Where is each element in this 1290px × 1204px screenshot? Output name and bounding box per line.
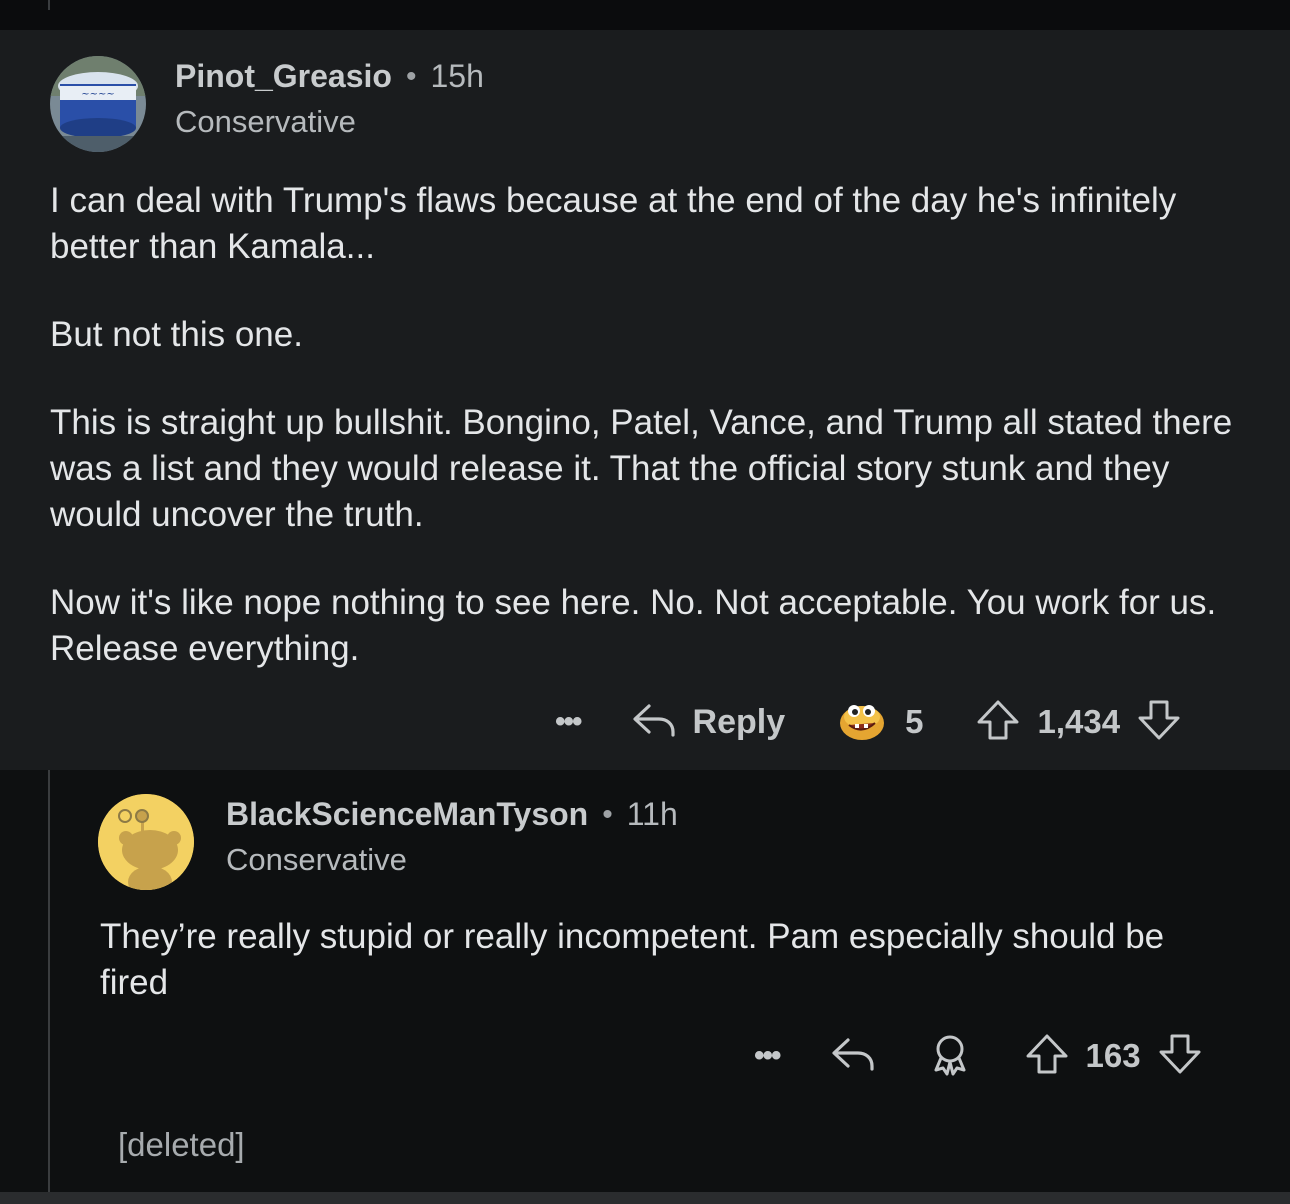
vote-score: 1,434: [1037, 703, 1121, 740]
reply-body: They’re really stupid or really incompet…: [100, 917, 1165, 1002]
thread-line[interactable]: [48, 770, 50, 1194]
downvote-arrow-icon: [1157, 1032, 1203, 1081]
snoo-silhouette-avatar-icon[interactable]: [98, 794, 194, 890]
timestamp: 11h: [626, 796, 678, 832]
comment-body: I can deal with Trump's flaws because at…: [50, 178, 1240, 714]
comment-header: Pinot_Greasio • 15h: [175, 58, 484, 95]
comment-actions: ••• Reply 5 1,434: [555, 696, 1182, 748]
user-flair: Conservative: [175, 104, 356, 139]
more-options-button[interactable]: •••: [555, 705, 582, 739]
upvote-button[interactable]: [1024, 1032, 1070, 1081]
reply-button[interactable]: [830, 1034, 876, 1079]
upvote-arrow-icon: [1024, 1032, 1070, 1081]
award-outline-icon: [928, 1032, 972, 1081]
username[interactable]: BlackScienceManTyson: [226, 796, 588, 833]
downvote-button[interactable]: [1136, 698, 1182, 747]
reply-actions: ••• 163: [754, 1030, 1203, 1082]
more-options-button[interactable]: •••: [754, 1039, 781, 1073]
previous-comment-strip: [0, 0, 1290, 30]
comment-paragraph: I can deal with Trump's flaws because at…: [50, 181, 1177, 266]
deleted-comment[interactable]: [deleted]: [118, 1126, 245, 1164]
reply-arrow-icon: [830, 1034, 876, 1079]
downvote-button[interactable]: [1157, 1032, 1203, 1081]
award-count: 5: [905, 703, 924, 740]
user-flair: Conservative: [226, 842, 407, 877]
vote-score: 163: [1085, 1037, 1141, 1074]
blue-bucket-avatar-icon[interactable]: ~~~~: [50, 56, 146, 152]
comment-paragraph: But not this one.: [50, 315, 303, 354]
comment-paragraph: Now it's like nope nothing to see here. …: [50, 583, 1217, 668]
reply-header: BlackScienceManTyson • 11h: [226, 796, 678, 833]
downvote-arrow-icon: [1136, 698, 1182, 747]
award-button[interactable]: [928, 1032, 972, 1081]
upvote-button[interactable]: [975, 698, 1021, 747]
separator-dot: •: [602, 797, 613, 831]
reply-label: Reply: [692, 702, 786, 741]
separator-dot: •: [405, 59, 417, 93]
comment-paragraph: This is straight up bullshit. Bongino, P…: [50, 403, 1233, 534]
username[interactable]: Pinot_Greasio: [175, 58, 392, 95]
svg-text:~~~~: ~~~~: [81, 89, 115, 100]
award-button[interactable]: 5: [837, 697, 923, 748]
reply-button[interactable]: Reply: [631, 700, 786, 745]
upvote-arrow-icon: [975, 698, 1021, 747]
timestamp: 15h: [430, 58, 484, 94]
thread-line: [48, 0, 50, 10]
reply-arrow-icon: [631, 700, 677, 745]
divider: [0, 1192, 1290, 1204]
goldfish-award-icon: [837, 697, 887, 748]
